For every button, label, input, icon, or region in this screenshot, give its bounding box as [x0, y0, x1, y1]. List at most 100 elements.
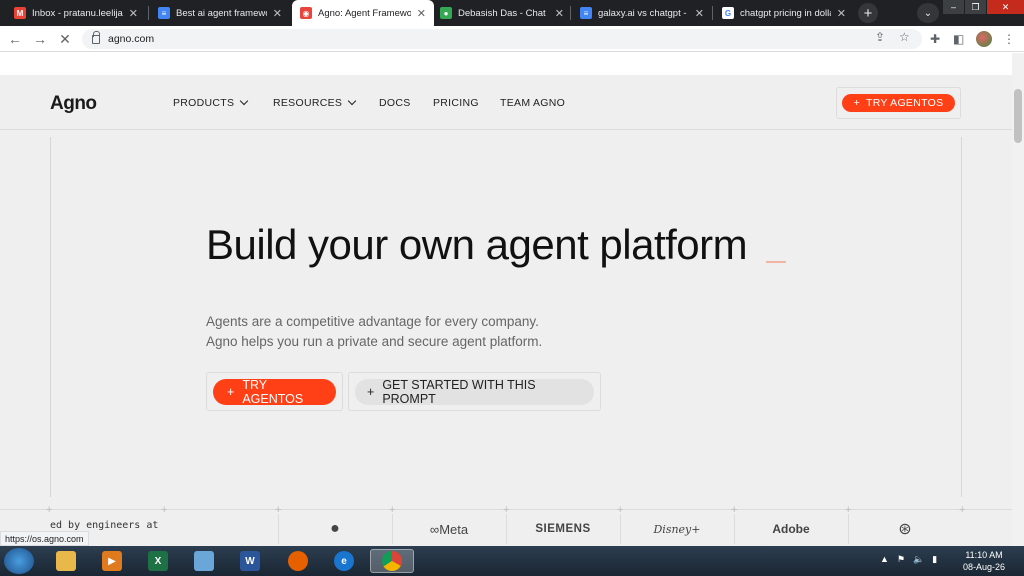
chat-icon: ● [440, 7, 452, 19]
maximize-icon[interactable]: ❐ [964, 0, 986, 14]
tab-title: Debasish Das - Chat [458, 7, 546, 19]
taskbar-chrome[interactable] [370, 549, 414, 573]
nav-label: RESOURCES [273, 97, 343, 109]
nav-docs[interactable]: DOCS [379, 97, 411, 109]
tab-close-icon[interactable]: ✕ [837, 7, 846, 20]
tab-title: Inbox - pratanu.leelija@ [32, 7, 123, 19]
chrome-icon [382, 551, 402, 571]
taskbar-firefox[interactable] [278, 549, 318, 573]
trusted-logos-row: + + + + + + + + + ed by engineers at ● ∞… [0, 504, 1012, 546]
nav-label: TEAM AGNO [500, 97, 566, 109]
side-panel-icon[interactable]: ◧ [953, 32, 964, 46]
taskbar-clock[interactable]: 11:10 AM 08-Aug-26 [958, 549, 1010, 573]
network-icon[interactable]: ▮ [932, 554, 937, 565]
plus-icon: + [853, 97, 860, 109]
profile-avatar[interactable] [976, 31, 992, 47]
site-header: Agno PRODUCTS RESOURCES DOCS PRICING TEA… [0, 75, 1012, 130]
tab-1[interactable]: ≡ Best ai agent framewo ✕ [150, 0, 290, 26]
taskbar-excel[interactable]: X [138, 549, 178, 573]
nav-label: PRICING [433, 97, 479, 109]
tab-separator [570, 6, 571, 20]
hero-title: Build your own agent platform [206, 221, 748, 268]
taskbar-word[interactable]: W [230, 549, 270, 573]
taskbar-media-player[interactable]: ▶ [92, 549, 132, 573]
tab-4[interactable]: ≡ galaxy.ai vs chatgpt - G ✕ [572, 0, 712, 26]
primary-cta-frame: + TRY AGENTOS [206, 372, 343, 411]
header-cta-frame: + TRY AGENTOS [836, 87, 961, 119]
url-text: agno.com [108, 33, 155, 45]
button-label: TRY AGENTOS [866, 97, 944, 109]
browser-tab-strip: M Inbox - pratanu.leelija@ ✕ ≡ Best ai agent… [0, 0, 1024, 26]
minimize-icon[interactable]: – [942, 0, 964, 14]
close-window-icon[interactable]: ✕ [986, 0, 1024, 14]
lock-icon [92, 30, 100, 44]
taskbar-app[interactable] [184, 549, 224, 573]
agno-favicon-icon: ◉ [300, 7, 312, 19]
tab-close-icon[interactable]: ✕ [555, 7, 564, 20]
scrollbar-thumb[interactable] [1014, 89, 1022, 143]
flag-icon[interactable]: ⚑ [897, 554, 905, 565]
tab-close-icon[interactable]: ✕ [695, 7, 704, 20]
subtitle-line: Agno helps you run a private and secure … [206, 334, 543, 349]
volume-icon[interactable]: 🔈 [913, 554, 924, 565]
tab-close-icon[interactable]: ✕ [417, 7, 426, 20]
apple-logo-icon: ● [330, 520, 340, 537]
tray-arrow-icon[interactable]: ▲ [880, 554, 889, 565]
try-agentos-button[interactable]: + TRY AGENTOS [213, 378, 336, 406]
bookmark-star-icon[interactable]: ☆ [899, 30, 910, 44]
meta-logo: ∞ Meta [392, 518, 506, 540]
windows-start-button[interactable] [4, 548, 34, 574]
get-started-prompt-button[interactable]: + GET STARTED WITH THIS PROMPT [355, 377, 594, 406]
infinity-icon: ∞ [429, 521, 440, 537]
tab-title: Agno: Agent Framewo [318, 7, 411, 19]
agno-site: Agno PRODUCTS RESOURCES DOCS PRICING TEA… [0, 75, 1012, 546]
google-icon: G [722, 7, 734, 19]
system-tray: ▲ ⚑ 🔈 ▮ [880, 554, 937, 565]
tab-title: galaxy.ai vs chatgpt - G [598, 7, 689, 19]
tab-close-icon[interactable]: ✕ [273, 7, 282, 20]
siemens-logo: SIEMENS [535, 523, 591, 535]
app-icon [194, 551, 214, 571]
guide-line [50, 137, 51, 497]
tab-title: Best ai agent framewo [176, 7, 267, 19]
new-tab-button[interactable]: + [858, 3, 878, 23]
tab-3[interactable]: ● Debasish Das - Chat ✕ [432, 0, 572, 26]
nav-team-agno[interactable]: TEAM AGNO [500, 97, 565, 109]
try-agentos-header-button[interactable]: + TRY AGENTOS [841, 94, 956, 112]
tab-5[interactable]: Gchatgpt pricing in dolla ✕ [714, 0, 854, 26]
address-bar[interactable]: agno.com [82, 29, 922, 49]
taskbar-explorer[interactable] [46, 549, 86, 573]
plus-marker-icon: + [161, 504, 168, 516]
media-player-icon: ▶ [102, 551, 122, 571]
tab-separator [712, 6, 713, 20]
nav-products[interactable]: PRODUCTS [173, 96, 249, 109]
excel-icon: X [148, 551, 168, 571]
mercedes-logo-icon: ⊛ [898, 521, 912, 538]
tab-search-chevron-icon[interactable]: ⌄ [917, 3, 939, 23]
gmail-icon: M [14, 7, 26, 19]
taskbar-ie[interactable]: e [324, 549, 364, 573]
extensions-puzzle-icon[interactable]: ✚ [930, 32, 940, 46]
plus-icon: + [367, 384, 375, 399]
nav-resources[interactable]: RESOURCES [273, 96, 357, 109]
internet-explorer-icon: e [334, 551, 354, 571]
typing-cursor [766, 261, 786, 263]
share-icon[interactable]: ⇪ [875, 30, 885, 44]
stop-loading-icon[interactable]: ✕ [56, 30, 74, 48]
forward-arrow-icon[interactable]: → [31, 30, 49, 48]
window-controls: – ❐ ✕ [942, 0, 1024, 14]
agno-logo[interactable]: Agno [50, 93, 97, 115]
subtitle-line: Agents are a competitive advantage for e… [206, 314, 539, 329]
tab-2[interactable]: ◉ Agno: Agent Framewo ✕ [292, 0, 434, 26]
page-scrollbar[interactable] [1012, 53, 1024, 546]
tab-close-icon[interactable]: ✕ [129, 7, 138, 20]
browser-toolbar: ← → ✕ agno.com ⇪ ☆ ✚ ◧ ⋮ [0, 26, 1024, 52]
button-label: GET STARTED WITH THIS PROMPT [382, 377, 536, 406]
tab-0[interactable]: M Inbox - pratanu.leelija@ ✕ [6, 0, 146, 26]
more-menu-icon[interactable]: ⋮ [1003, 32, 1015, 46]
plus-icon: + [227, 384, 235, 399]
clock-time: 11:10 AM [965, 550, 1003, 560]
nav-pricing[interactable]: PRICING [433, 97, 479, 109]
back-arrow-icon[interactable]: ← [6, 30, 24, 48]
tab-title: chatgpt pricing in dolla [740, 7, 831, 19]
